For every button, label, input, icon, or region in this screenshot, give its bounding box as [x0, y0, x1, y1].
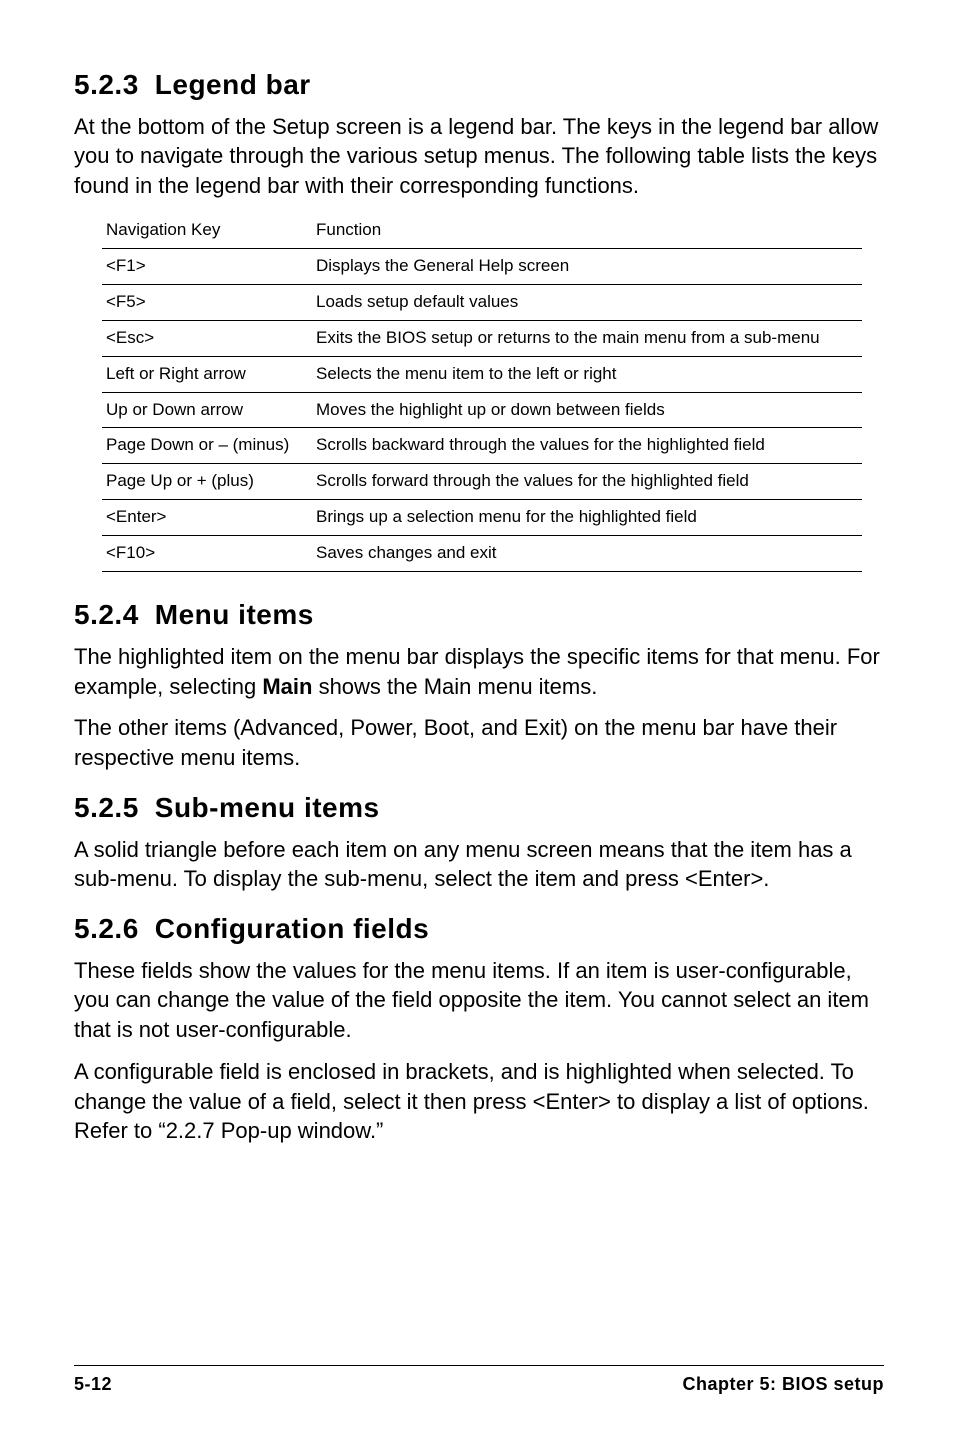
heading-configuration-fields: 5.2.6 Configuration fields	[74, 910, 884, 948]
menu-items-paragraph-2: The other items (Advanced, Power, Boot, …	[74, 713, 884, 772]
table-cell-key: <F10>	[102, 536, 312, 572]
heading-title: Sub-menu items	[155, 792, 380, 823]
table-cell-func: Displays the General Help screen	[312, 248, 862, 284]
legend-bar-paragraph: At the bottom of the Setup screen is a l…	[74, 112, 884, 201]
heading-number: 5.2.5	[74, 792, 139, 823]
menu-items-paragraph-1: The highlighted item on the menu bar dis…	[74, 642, 884, 701]
heading-title: Configuration fields	[155, 913, 429, 944]
table-row: <Enter>Brings up a selection menu for th…	[102, 500, 862, 536]
table-header-key: Navigation Key	[102, 213, 312, 248]
table-cell-func: Loads setup default values	[312, 284, 862, 320]
table-cell-func: Brings up a selection menu for the highl…	[312, 500, 862, 536]
heading-title: Menu items	[155, 599, 314, 630]
table-cell-func: Exits the BIOS setup or returns to the m…	[312, 320, 862, 356]
heading-number: 5.2.4	[74, 599, 139, 630]
table-cell-key: <F5>	[102, 284, 312, 320]
table-cell-key: <Enter>	[102, 500, 312, 536]
heading-menu-items: 5.2.4 Menu items	[74, 596, 884, 634]
heading-legend-bar: 5.2.3 Legend bar	[74, 66, 884, 104]
table-row: <F10>Saves changes and exit	[102, 536, 862, 572]
heading-title: Legend bar	[155, 69, 311, 100]
table-cell-key: <F1>	[102, 248, 312, 284]
text-bold-main: Main	[262, 674, 312, 699]
table-cell-func: Saves changes and exit	[312, 536, 862, 572]
sub-menu-paragraph: A solid triangle before each item on any…	[74, 835, 884, 894]
legend-bar-table: Navigation Key Function <F1>Displays the…	[102, 213, 862, 572]
table-cell-func: Scrolls backward through the values for …	[312, 428, 862, 464]
table-row: Left or Right arrowSelects the menu item…	[102, 356, 862, 392]
table-cell-func: Selects the menu item to the left or rig…	[312, 356, 862, 392]
text-part: shows the Main menu items.	[312, 674, 597, 699]
page-footer: 5-12 Chapter 5: BIOS setup	[74, 1365, 884, 1396]
config-fields-paragraph-2: A configurable field is enclosed in brac…	[74, 1057, 884, 1146]
table-row: Up or Down arrowMoves the highlight up o…	[102, 392, 862, 428]
table-cell-func: Scrolls forward through the values for t…	[312, 464, 862, 500]
chapter-label: Chapter 5: BIOS setup	[682, 1372, 884, 1396]
heading-sub-menu-items: 5.2.5 Sub-menu items	[74, 789, 884, 827]
page-number: 5-12	[74, 1372, 112, 1396]
heading-number: 5.2.3	[74, 69, 139, 100]
table-row: <Esc>Exits the BIOS setup or returns to …	[102, 320, 862, 356]
table-header-function: Function	[312, 213, 862, 248]
table-cell-key: <Esc>	[102, 320, 312, 356]
table-row: <F5>Loads setup default values	[102, 284, 862, 320]
table-row: Page Up or + (plus)Scrolls forward throu…	[102, 464, 862, 500]
table-row: <F1>Displays the General Help screen	[102, 248, 862, 284]
config-fields-paragraph-1: These fields show the values for the men…	[74, 956, 884, 1045]
table-cell-key: Page Down or – (minus)	[102, 428, 312, 464]
table-row: Page Down or – (minus)Scrolls backward t…	[102, 428, 862, 464]
table-cell-func: Moves the highlight up or down between f…	[312, 392, 862, 428]
table-cell-key: Up or Down arrow	[102, 392, 312, 428]
table-cell-key: Page Up or + (plus)	[102, 464, 312, 500]
heading-number: 5.2.6	[74, 913, 139, 944]
table-cell-key: Left or Right arrow	[102, 356, 312, 392]
